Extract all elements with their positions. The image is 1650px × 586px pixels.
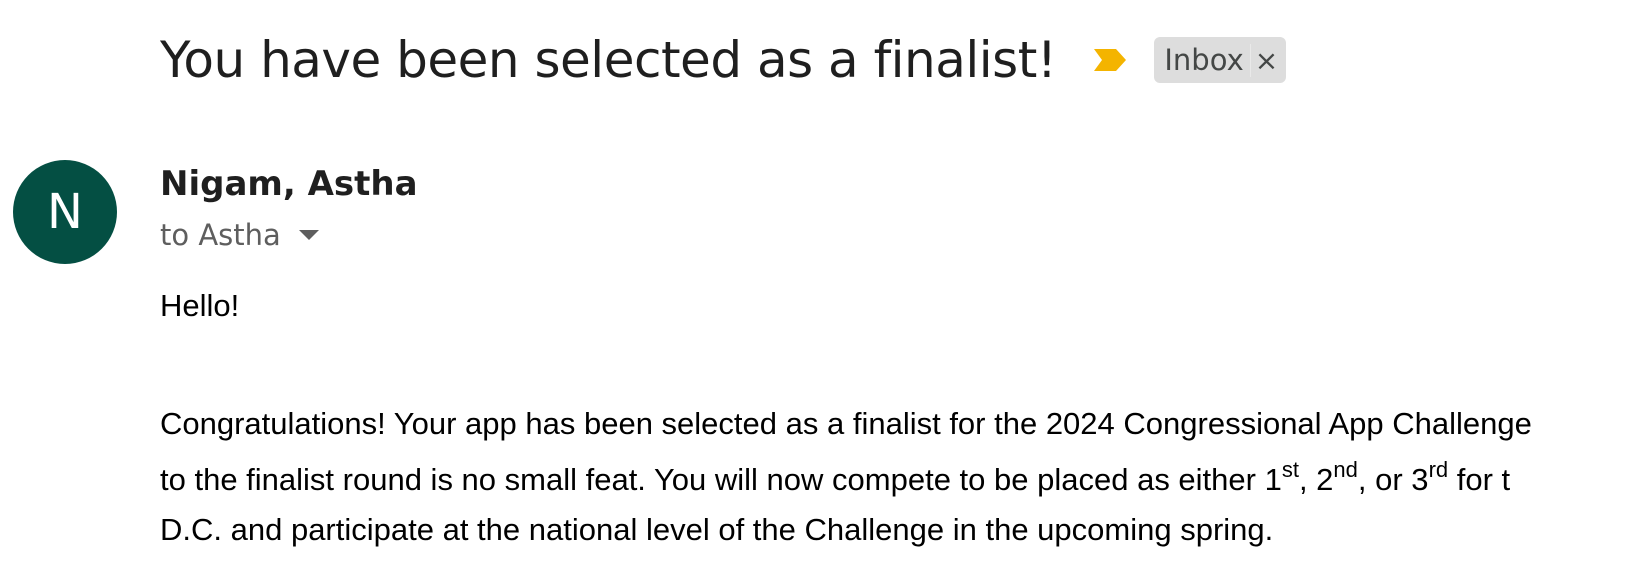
recipient-text: to Astha: [160, 218, 281, 252]
body-line-2: to the finalist round is no small feat. …: [160, 452, 1650, 508]
body-line-2-text-b: , 2: [1298, 462, 1334, 497]
body-line-3: D.C. and participate at the national lev…: [160, 512, 1274, 547]
importance-marker-icon[interactable]: [1092, 47, 1128, 73]
email-subject: You have been selected as a finalist!: [160, 31, 1057, 89]
body-line-1: Congratulations! Your app has been selec…: [160, 406, 1532, 441]
body-line-2-text-c: , or 3: [1357, 462, 1429, 497]
show-details-caret-icon[interactable]: [298, 230, 319, 240]
email-greeting: Hello!: [160, 288, 240, 323]
email-body: Hello! Congratulations! Your app has bee…: [160, 288, 1650, 552]
sender-name[interactable]: Nigam, Astha: [160, 164, 418, 204]
subject-row: You have been selected as a finalist! In…: [160, 30, 1287, 90]
importance-marker-shape: [1094, 49, 1127, 71]
ordinal-suffix-1: st: [1281, 456, 1299, 482]
ordinal-suffix-2: nd: [1333, 456, 1358, 482]
body-line-2-text-d: for t: [1448, 462, 1511, 497]
ordinal-suffix-3: rd: [1428, 456, 1449, 482]
recipient-row: to Astha: [160, 218, 319, 252]
label-chip-text: Inbox: [1164, 43, 1244, 77]
sender-avatar[interactable]: N: [13, 160, 117, 264]
label-chip-inbox[interactable]: Inbox ×: [1154, 37, 1287, 83]
body-line-2-text-a: to the finalist round is no small feat. …: [160, 462, 1282, 497]
remove-label-icon[interactable]: ×: [1249, 43, 1278, 77]
